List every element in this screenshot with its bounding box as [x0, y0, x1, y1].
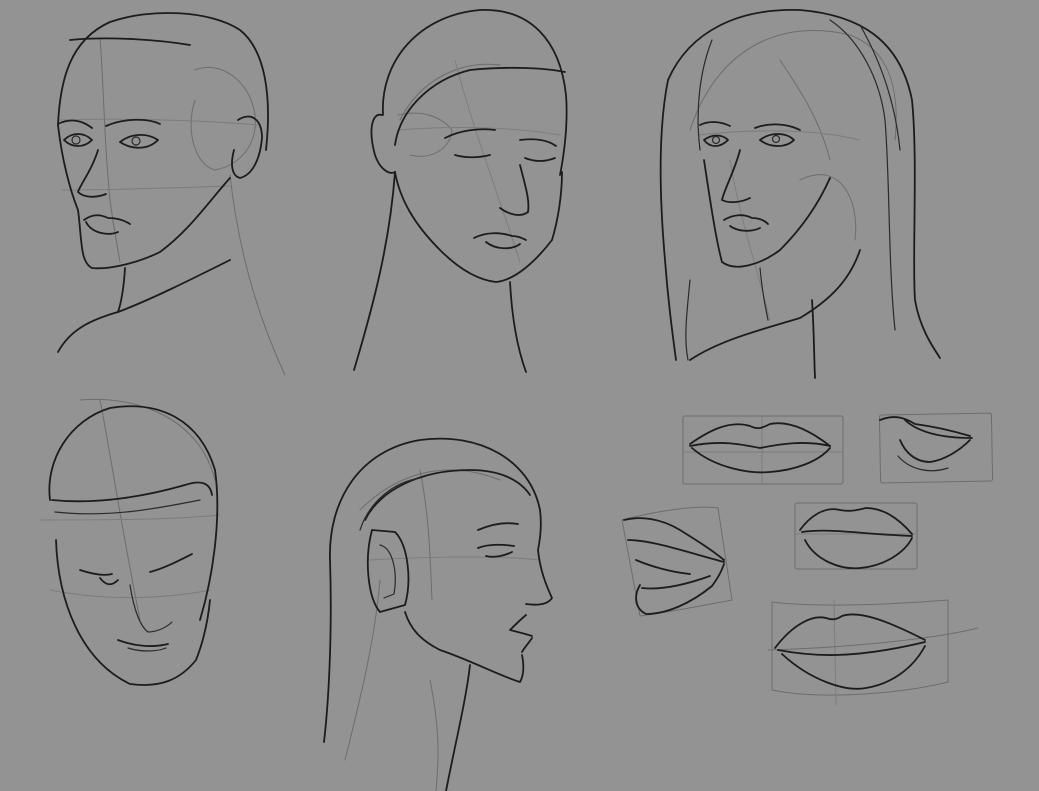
canvas-background	[0, 0, 1039, 791]
sketch-canvas	[0, 0, 1039, 791]
sketch-sheet	[0, 0, 1039, 791]
